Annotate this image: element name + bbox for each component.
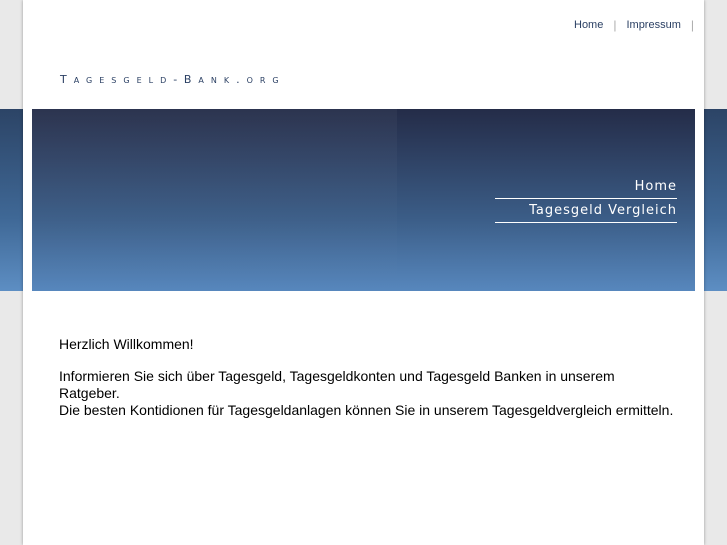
banner-overlay bbox=[32, 109, 397, 291]
top-nav-separator: | bbox=[690, 18, 694, 32]
intro-text-line-1: Informieren Sie sich über Tagesgeld, Tag… bbox=[59, 368, 615, 401]
site-logo[interactable]: Tagesgeld-Bank.org bbox=[60, 73, 286, 86]
page-container: Home | Impressum | Tagesgeld-Bank.org Ho… bbox=[23, 0, 704, 545]
top-nav-home-link[interactable]: Home bbox=[564, 18, 613, 32]
main-content: Herzlich Willkommen! Informieren Sie sic… bbox=[59, 336, 679, 419]
banner-menu-tagesgeld-vergleich[interactable]: Tagesgeld Vergleich bbox=[495, 201, 677, 223]
header-banner: Home Tagesgeld Vergleich bbox=[32, 109, 695, 291]
top-navigation: Home | Impressum | bbox=[564, 18, 694, 32]
top-nav-impressum-link[interactable]: Impressum bbox=[616, 18, 690, 32]
intro-text-line-2: Die besten Kontidionen für Tagesgeldanla… bbox=[59, 402, 674, 418]
banner-menu-home[interactable]: Home bbox=[495, 177, 677, 199]
banner-menu: Home Tagesgeld Vergleich bbox=[495, 177, 677, 223]
welcome-heading: Herzlich Willkommen! bbox=[59, 336, 194, 352]
